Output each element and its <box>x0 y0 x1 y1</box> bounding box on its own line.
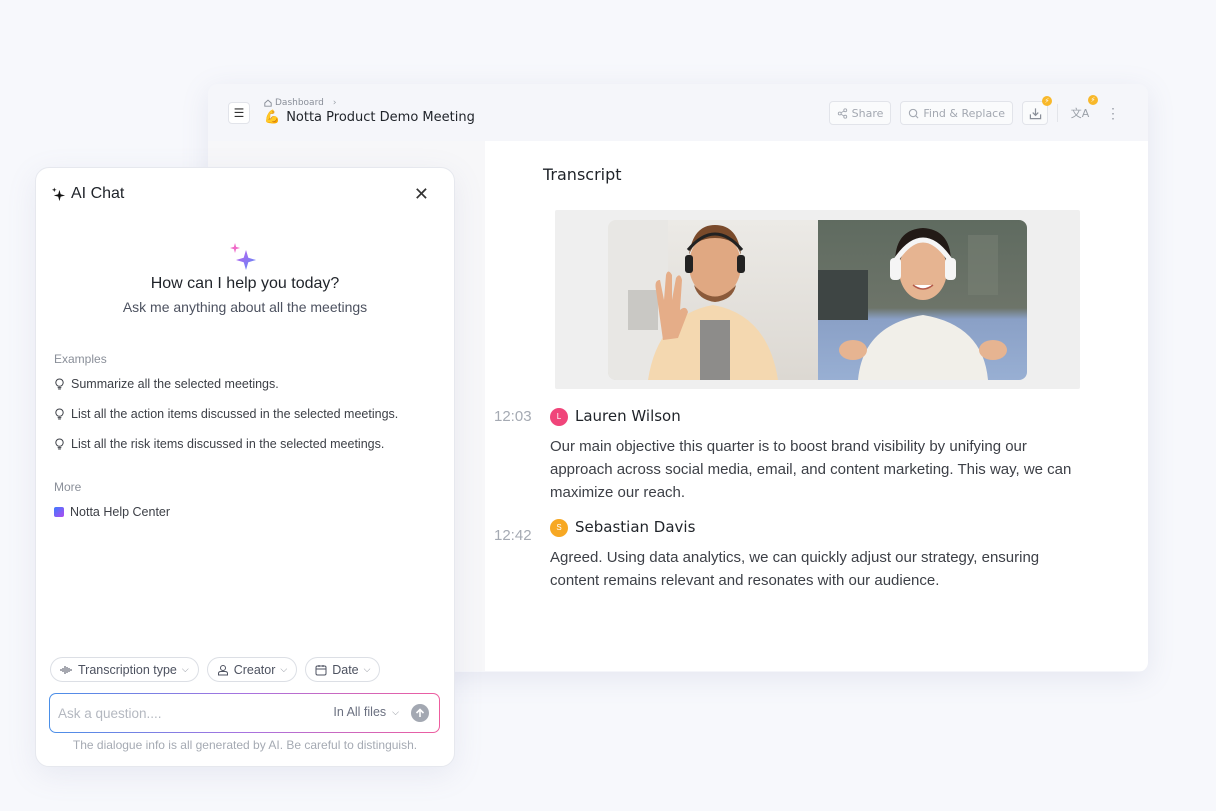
chevron-right-icon: › <box>332 98 337 108</box>
example-prompt-text: List all the risk items discussed in the… <box>71 437 385 451</box>
breadcrumb: Dashboard › <box>264 98 336 108</box>
creator-filter[interactable]: Creator ⌵ <box>206 657 298 682</box>
flexed-biceps-emoji-icon: 💪 <box>264 110 281 125</box>
example-prompt[interactable]: List all the action items discussed in t… <box>54 407 398 421</box>
ai-sparkle-icon <box>230 243 256 270</box>
calendar-icon <box>315 664 327 675</box>
chevron-down-icon: ⌵ <box>363 664 371 674</box>
hamburger-icon: ☰ <box>233 106 245 120</box>
ask-question-box: In All files ⌵ <box>49 693 440 733</box>
examples-label: Examples <box>54 352 107 366</box>
lightbulb-icon <box>55 438 64 450</box>
filter-label: Date <box>332 662 359 677</box>
hero-title: How can I help you today? <box>150 275 340 292</box>
chevron-down-icon: ⌵ <box>181 664 189 674</box>
window-header: ☰ Dashboard › 💪 Notta Product Demo Meeti… <box>208 84 1148 141</box>
premium-badge-icon: ⚡ <box>1042 96 1052 106</box>
share-button[interactable]: Share <box>828 101 892 125</box>
chevron-down-icon: ⌵ <box>392 706 399 717</box>
timestamp[interactable]: 12:42 <box>494 527 532 544</box>
download-icon <box>1029 107 1041 119</box>
download-button[interactable]: ⚡ <box>1022 96 1052 125</box>
page-title-text[interactable]: Notta Product Demo Meeting <box>286 110 475 125</box>
man-waving-illustration-icon <box>608 220 778 380</box>
header-actions: Share Find & Replace ⚡ 文A ⚡ ⋮ <box>828 95 1124 125</box>
transcript-text[interactable]: Agreed. Using data analytics, we can qui… <box>550 546 1090 592</box>
find-replace-icon <box>909 108 919 118</box>
page-title: 💪 Notta Product Demo Meeting <box>264 110 475 125</box>
close-icon[interactable]: ✕ <box>414 184 429 205</box>
share-label: Share <box>851 106 884 120</box>
example-prompt-text: Summarize all the selected meetings. <box>71 377 279 391</box>
ai-disclaimer: The dialogue info is all generated by AI… <box>72 738 418 752</box>
filter-label: Transcription type <box>78 662 177 677</box>
find-replace-button[interactable]: Find & Replace <box>900 101 1013 125</box>
transcript-heading: Transcript <box>543 165 622 184</box>
find-replace-label: Find & Replace <box>923 106 1005 120</box>
timestamp[interactable]: 12:03 <box>494 408 532 425</box>
ai-chat-panel: AI Chat ✕ How can I help you today? Ask … <box>35 167 455 767</box>
sparkle-icon <box>51 186 66 201</box>
transcription-type-filter[interactable]: Transcription type ⌵ <box>50 657 199 682</box>
filter-label: Creator <box>233 662 276 677</box>
lightbulb-icon <box>55 378 64 390</box>
speaker-avatar: L <box>550 408 568 426</box>
file-scope-dropdown[interactable]: In All files ⌵ <box>333 705 399 719</box>
more-label: More <box>54 480 82 494</box>
waveform-icon <box>60 665 72 674</box>
example-prompt[interactable]: Summarize all the selected meetings. <box>54 377 279 391</box>
premium-badge-icon: ⚡ <box>1088 95 1098 105</box>
transcript-panel: Transcript 12:03 L Lauren Wilson Our mai… <box>485 141 1148 671</box>
help-center-text: Notta Help Center <box>70 505 171 519</box>
menu-button[interactable]: ☰ <box>228 102 250 124</box>
translate-icon: 文A <box>1070 107 1090 120</box>
woman-talking-illustration-icon <box>817 228 1007 380</box>
notta-logo-icon <box>54 507 64 517</box>
video-frame[interactable] <box>608 220 1027 380</box>
help-center-link[interactable]: Notta Help Center <box>54 505 170 519</box>
translate-button[interactable]: 文A ⚡ <box>1067 95 1098 125</box>
arrow-up-icon <box>415 708 425 717</box>
participant-video-right <box>817 220 1027 380</box>
home-icon <box>264 99 272 107</box>
video-player[interactable] <box>555 210 1080 389</box>
speaker-avatar: S <box>550 519 568 537</box>
transcript-text[interactable]: Our main objective this quarter is to bo… <box>550 435 1090 504</box>
breadcrumb-dashboard-link[interactable]: Dashboard <box>275 98 324 108</box>
send-button[interactable] <box>411 704 429 722</box>
ask-question-input[interactable] <box>58 694 308 732</box>
speaker-name[interactable]: Lauren Wilson <box>575 407 681 425</box>
example-prompt[interactable]: List all the risk items discussed in the… <box>54 437 384 451</box>
share-icon <box>837 107 847 119</box>
date-filter[interactable]: Date ⌵ <box>305 657 381 682</box>
participant-video-left <box>608 220 818 380</box>
lightbulb-icon <box>55 408 64 420</box>
ai-chat-title: AI Chat <box>71 185 125 202</box>
example-prompt-text: List all the action items discussed in t… <box>71 407 399 421</box>
file-scope-label: In All files <box>333 705 387 719</box>
filter-bar: Transcription type ⌵ Creator ⌵ Date ⌵ <box>50 657 381 682</box>
user-icon <box>217 664 228 675</box>
speaker-name[interactable]: Sebastian Davis <box>575 518 695 536</box>
chevron-down-icon: ⌵ <box>280 664 288 674</box>
more-options-icon[interactable]: ⋮ <box>1102 105 1124 122</box>
ai-chat-header: AI Chat <box>51 185 124 203</box>
hero-subtitle: Ask me anything about all the meetings <box>122 299 368 315</box>
divider <box>1057 104 1058 122</box>
ask-question-inner: In All files ⌵ <box>50 694 439 732</box>
